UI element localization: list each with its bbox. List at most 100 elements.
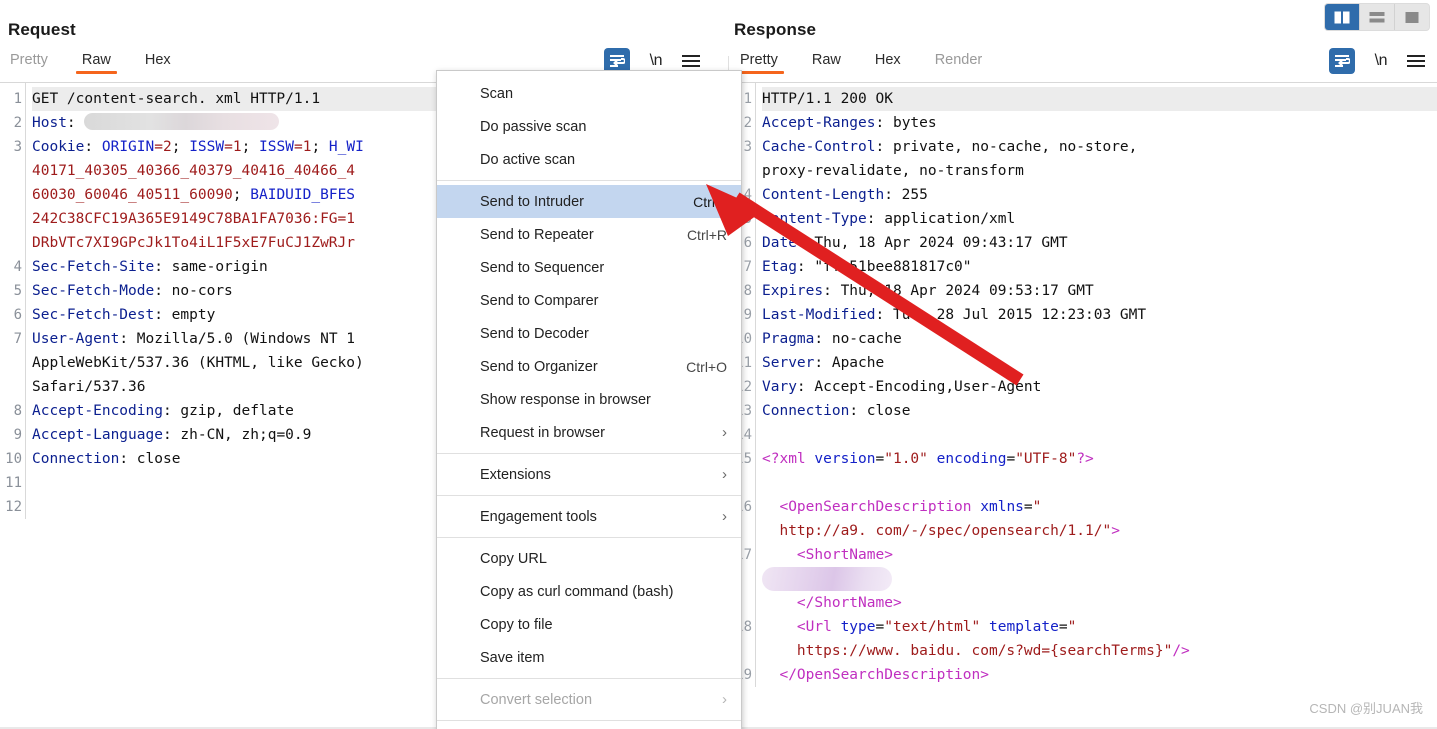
code-line: Content-Type: application/xml bbox=[762, 207, 1437, 231]
code-token: ORIGIN bbox=[101, 139, 155, 155]
code-line: https://www. baidu. com/s?wd={searchTerm… bbox=[762, 639, 1437, 663]
code-token: /> bbox=[1172, 643, 1190, 659]
menu-item-extensions[interactable]: Extensions › bbox=[437, 458, 741, 491]
menu-separator bbox=[437, 453, 741, 454]
code-token: </ShortName> bbox=[762, 595, 902, 611]
code-line: Content-Length: 255 bbox=[762, 183, 1437, 207]
line-number bbox=[0, 231, 22, 255]
menu-item-do-passive-scan[interactable]: Do passive scan bbox=[437, 110, 741, 143]
menu-item-label: Send to Intruder bbox=[480, 193, 584, 210]
code-line: HTTP/1.1 200 OK bbox=[762, 87, 1437, 111]
chevron-right-icon: › bbox=[722, 466, 727, 483]
code-token: "UTF-8" bbox=[1015, 451, 1077, 467]
menu-item-send-to-intruder[interactable]: Send to Intruder Ctrl+I bbox=[437, 185, 741, 218]
code-token: Last-Modified bbox=[762, 307, 876, 323]
code-line: http://a9. com/-/spec/opensearch/1.1/"> bbox=[762, 519, 1437, 543]
menu-item-label: Engagement tools bbox=[480, 508, 597, 525]
code-token: ISSW bbox=[189, 139, 225, 155]
code-token: encoding bbox=[936, 451, 1007, 467]
menu-item-send-to-comparer[interactable]: Send to Comparer bbox=[437, 284, 741, 317]
tab-response-hex[interactable]: Hex bbox=[865, 50, 911, 74]
tab-request-pretty[interactable]: Pretty bbox=[0, 50, 58, 74]
code-line: Connection: close bbox=[762, 399, 1437, 423]
redacted-text bbox=[762, 567, 892, 591]
chevron-right-icon: › bbox=[722, 691, 727, 708]
line-number: 8 bbox=[13, 403, 22, 419]
code-token: https://www. baidu. com/s?wd={searchTerm… bbox=[762, 643, 1173, 659]
code-token: : Thu, 18 Apr 2024 09:53:17 GMT bbox=[823, 283, 1094, 299]
menu-item-send-to-organizer[interactable]: Send to Organizer Ctrl+O bbox=[437, 350, 741, 383]
layout-single-pane-button[interactable] bbox=[1395, 4, 1429, 30]
code-line: Etag: "ff-51bee881817c0" bbox=[762, 255, 1437, 279]
code-token: ?> bbox=[1076, 451, 1094, 467]
code-token: ; bbox=[232, 187, 251, 203]
hamburger-menu-icon[interactable] bbox=[682, 55, 700, 67]
chevron-right-icon: › bbox=[722, 508, 727, 525]
code-line: <OpenSearchDescription xmlns=" bbox=[762, 495, 1437, 519]
layout-split-vertical-button[interactable] bbox=[1325, 4, 1360, 30]
menu-item-label: Send to Decoder bbox=[480, 325, 589, 342]
code-token: 60030_60046_40511_60090 bbox=[32, 187, 233, 203]
code-token: : empty bbox=[154, 307, 216, 323]
menu-item-label: Convert selection bbox=[480, 691, 593, 708]
line-number: 12 bbox=[5, 499, 22, 515]
line-number: 11 bbox=[5, 475, 22, 491]
menu-item-do-active-scan[interactable]: Do active scan bbox=[437, 143, 741, 176]
menu-item-send-to-sequencer[interactable]: Send to Sequencer bbox=[437, 251, 741, 284]
code-token: ; bbox=[171, 139, 190, 155]
menu-item-cut[interactable]: CutCtrl+X bbox=[437, 725, 741, 729]
code-line: proxy-revalidate, no-transform bbox=[762, 159, 1437, 183]
newline-toggle-icon[interactable]: \n bbox=[1375, 52, 1388, 70]
tab-response-render[interactable]: Render bbox=[925, 50, 993, 74]
response-code-area[interactable]: 1 2 3 4 5 6 7 8 9 10 11 12 13 14 15 16 17 18 19 HTTP/1.1 2… bbox=[730, 82, 1437, 723]
code-token: : bbox=[84, 139, 102, 155]
menu-item-send-to-decoder[interactable]: Send to Decoder bbox=[437, 317, 741, 350]
code-token: <OpenSearchDescription bbox=[762, 499, 972, 515]
tab-request-hex[interactable]: Hex bbox=[135, 50, 181, 74]
menu-item-copy-to-file[interactable]: Copy to file bbox=[437, 608, 741, 641]
menu-item-label: Do passive scan bbox=[480, 118, 587, 135]
hamburger-menu-icon[interactable] bbox=[1407, 55, 1425, 67]
code-token: : same-origin bbox=[154, 259, 268, 275]
line-number: 4 bbox=[13, 259, 22, 275]
menu-item-convert-selection[interactable]: Convert selection › bbox=[437, 683, 741, 716]
code-line: </OpenSearchDescription> bbox=[762, 663, 1437, 687]
menu-item-request-in-browser[interactable]: Request in browser › bbox=[437, 416, 741, 449]
layout-toggle-group bbox=[1325, 4, 1429, 30]
line-number: 5 bbox=[13, 283, 22, 299]
line-number: 6 bbox=[13, 307, 22, 323]
line-number: 1 bbox=[13, 91, 22, 107]
chevron-right-icon: › bbox=[722, 424, 727, 441]
menu-item-scan[interactable]: Scan bbox=[437, 77, 741, 110]
line-number: 3 bbox=[13, 139, 22, 155]
code-token: : private, no-cache, no-store, bbox=[875, 139, 1138, 155]
menu-item-label: Send to Repeater bbox=[480, 226, 594, 243]
code-token: Pragma bbox=[762, 331, 815, 347]
newline-toggle-icon[interactable]: \n bbox=[650, 52, 663, 70]
line-number bbox=[0, 183, 22, 207]
code-token: : bytes bbox=[875, 115, 937, 131]
tab-request-raw[interactable]: Raw bbox=[72, 50, 121, 74]
menu-item-engagement-tools[interactable]: Engagement tools › bbox=[437, 500, 741, 533]
line-number bbox=[0, 351, 22, 375]
menu-item-label: Send to Organizer bbox=[480, 358, 598, 375]
code-line: <Url type="text/html" template=" bbox=[762, 615, 1437, 639]
tab-response-raw[interactable]: Raw bbox=[802, 50, 851, 74]
code-token: > bbox=[1111, 523, 1120, 539]
menu-item-save-item[interactable]: Save item bbox=[437, 641, 741, 674]
menu-accelerator: Ctrl+R bbox=[686, 226, 727, 243]
code-token: HTTP/1.1 200 OK bbox=[762, 91, 893, 107]
code-token: = bbox=[1058, 619, 1068, 635]
layout-split-horizontal-button[interactable] bbox=[1360, 4, 1395, 30]
menu-separator bbox=[437, 537, 741, 538]
menu-item-copy-as-curl-command-bash[interactable]: Copy as curl command (bash) bbox=[437, 575, 741, 608]
menu-item-show-response-in-browser[interactable]: Show response in browser bbox=[437, 383, 741, 416]
menu-item-send-to-repeater[interactable]: Send to Repeater Ctrl+R bbox=[437, 218, 741, 251]
word-wrap-icon[interactable] bbox=[1328, 48, 1355, 74]
menu-item-copy-url[interactable]: Copy URL bbox=[437, 542, 741, 575]
context-menu[interactable]: Scan Do passive scan Do active scan Send to… bbox=[436, 70, 742, 729]
code-token: " bbox=[1067, 619, 1077, 635]
code-token: BAIDUID_BFES bbox=[250, 187, 356, 203]
code-token: : Tue, 28 Jul 2015 12:23:03 GMT bbox=[875, 307, 1147, 323]
response-code-text[interactable]: HTTP/1.1 200 OK Accept-Ranges: bytes Cache… bbox=[756, 83, 1437, 687]
